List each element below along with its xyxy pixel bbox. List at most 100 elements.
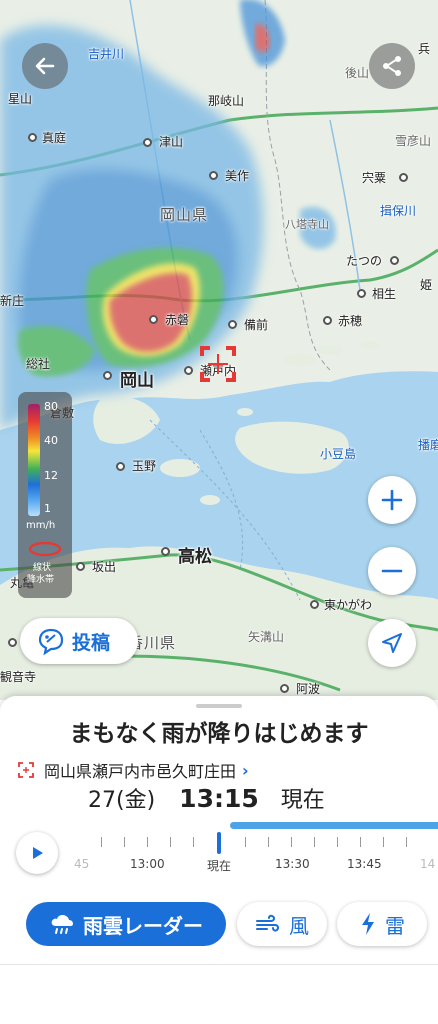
place-akaiwa: 赤磐 — [165, 313, 190, 327]
tab-wind[interactable]: 風 — [237, 902, 327, 946]
place-marker — [116, 462, 125, 471]
place-takamatsu: 高松 — [178, 547, 212, 567]
now-label: 現在 — [280, 788, 325, 813]
legend-label-80: 80 — [44, 400, 58, 413]
place-kanonji: 観音寺 — [0, 670, 37, 684]
place-awa: 阿波 — [296, 682, 321, 696]
location-selector[interactable]: 岡山県瀬戸内市邑久町庄田 › — [18, 758, 249, 782]
place-aioi: 相生 — [372, 287, 397, 301]
place-marker — [76, 562, 85, 571]
rain-cloud-icon — [51, 915, 73, 934]
locate-me-button[interactable] — [368, 619, 416, 667]
forecast-range-bar — [230, 822, 438, 829]
place-tamano: 玉野 — [132, 459, 157, 473]
timeline-label: 14 — [420, 857, 436, 871]
tab-thunder-label: 雷 — [385, 913, 405, 938]
place-okayama-pref: 岡山県 — [160, 206, 209, 224]
place-marker — [28, 133, 37, 142]
timeline-label: 13:30 — [275, 857, 310, 871]
place-yoshii-river: 吉井川 — [88, 47, 125, 61]
timeline-tick — [383, 837, 384, 847]
legend-band-label-2: 降水帯 — [27, 575, 55, 585]
timeline-tick — [101, 837, 102, 847]
share-icon — [383, 56, 401, 76]
timeline-tick — [406, 837, 407, 847]
back-button[interactable] — [22, 43, 68, 89]
forecast-sheet: まもなく雨が降りはじめます 岡山県瀬戸内市邑久町庄田 › 27(金) 13:15… — [0, 696, 438, 1024]
place-marker — [390, 256, 399, 265]
place-marker — [184, 366, 193, 375]
place-higashikagawa: 東かがわ — [324, 598, 373, 612]
place-marker — [280, 684, 289, 693]
legend-label-40: 40 — [44, 434, 58, 447]
place-soja: 総社 — [26, 357, 51, 371]
location-target-icon — [18, 762, 34, 778]
post-button[interactable]: 投稿 — [20, 618, 138, 664]
place-marker — [209, 171, 218, 180]
place-setsuhiko: 雪彦山 — [395, 134, 432, 148]
post-bubble-icon — [38, 628, 64, 656]
tab-wind-label: 風 — [289, 913, 309, 938]
zoom-in-button[interactable] — [368, 476, 416, 524]
place-tsuyama: 津山 — [159, 135, 184, 149]
play-button[interactable] — [16, 832, 58, 874]
timeline-tick — [193, 837, 194, 847]
place-goshiyama: 後山 — [345, 66, 370, 80]
place-hoshi: 星山 — [8, 92, 33, 106]
tab-thunder[interactable]: 雷 — [337, 902, 427, 946]
place-marker — [399, 173, 408, 182]
wind-icon — [256, 914, 280, 932]
place-hime: 姫 — [420, 278, 433, 292]
place-maniwa: 真庭 — [42, 131, 67, 145]
plus-icon — [381, 489, 403, 511]
lightning-icon — [362, 913, 374, 935]
place-ako: 赤穂 — [338, 314, 363, 328]
timeline-label: 45 — [74, 857, 90, 871]
tab-rain-radar-label: 雨雲レーダー — [83, 913, 203, 938]
place-marker — [323, 316, 332, 325]
forecast-headline: まもなく雨が降りはじめます — [69, 721, 369, 747]
place-shinjo: 新庄 — [0, 294, 25, 308]
tab-rain-radar[interactable]: 雨雲レーダー — [26, 902, 226, 946]
rain-radar-map[interactable]: 吉井川 星山 那岐山 後山 真庭 津山 雪彦山 美作 宍粟 揖保川 岡山県 八塔… — [0, 0, 438, 700]
place-marker — [310, 600, 319, 609]
time-display: 27(金) 13:15 現在 — [88, 782, 325, 814]
minus-icon — [381, 569, 403, 573]
place-shodoshima: 小豆島 — [320, 447, 357, 461]
timeline-tick — [268, 837, 269, 847]
place-marker — [228, 320, 237, 329]
place-marker — [143, 138, 152, 147]
place-marker — [161, 547, 170, 556]
place-nagi: 那岐山 — [208, 94, 245, 108]
legend-unit: mm/h — [26, 520, 56, 531]
divider — [0, 964, 438, 965]
place-yasakuyama: 矢溝山 — [248, 630, 285, 644]
location-name: 岡山県瀬戸内市邑久町庄田 — [44, 762, 237, 781]
timeline-tick — [124, 837, 125, 847]
date-label: 27(金) — [88, 788, 156, 813]
timeline-tick — [314, 837, 315, 847]
place-harima: 播磨 — [418, 438, 438, 452]
place-marker — [103, 371, 112, 380]
place-sakaide: 坂出 — [92, 560, 117, 574]
timeline-tick — [360, 837, 361, 847]
timeline-label: 13:00 — [130, 857, 165, 871]
zoom-out-button[interactable] — [368, 547, 416, 595]
timeline-tick — [245, 837, 246, 847]
place-marker — [8, 638, 17, 647]
precipitation-legend[interactable]: 80 40 12 1 mm/h 線状 降水帯 — [18, 392, 72, 598]
chevron-right-icon: › — [242, 760, 249, 780]
linear-rainband-icon — [28, 540, 62, 558]
sheet-drag-handle[interactable] — [196, 704, 242, 708]
place-marker — [357, 289, 366, 298]
place-mimasaka: 美作 — [225, 169, 250, 183]
timeline-tick — [337, 837, 338, 847]
timeline-label: 現在 — [207, 859, 232, 873]
navigation-arrow-icon — [382, 633, 402, 653]
legend-label-1: 1 — [44, 502, 51, 515]
timeline-current-handle[interactable] — [217, 832, 221, 854]
play-icon — [33, 847, 43, 859]
place-bizen: 備前 — [244, 318, 269, 332]
legend-label-12: 12 — [44, 469, 58, 482]
share-button[interactable] — [369, 43, 415, 89]
